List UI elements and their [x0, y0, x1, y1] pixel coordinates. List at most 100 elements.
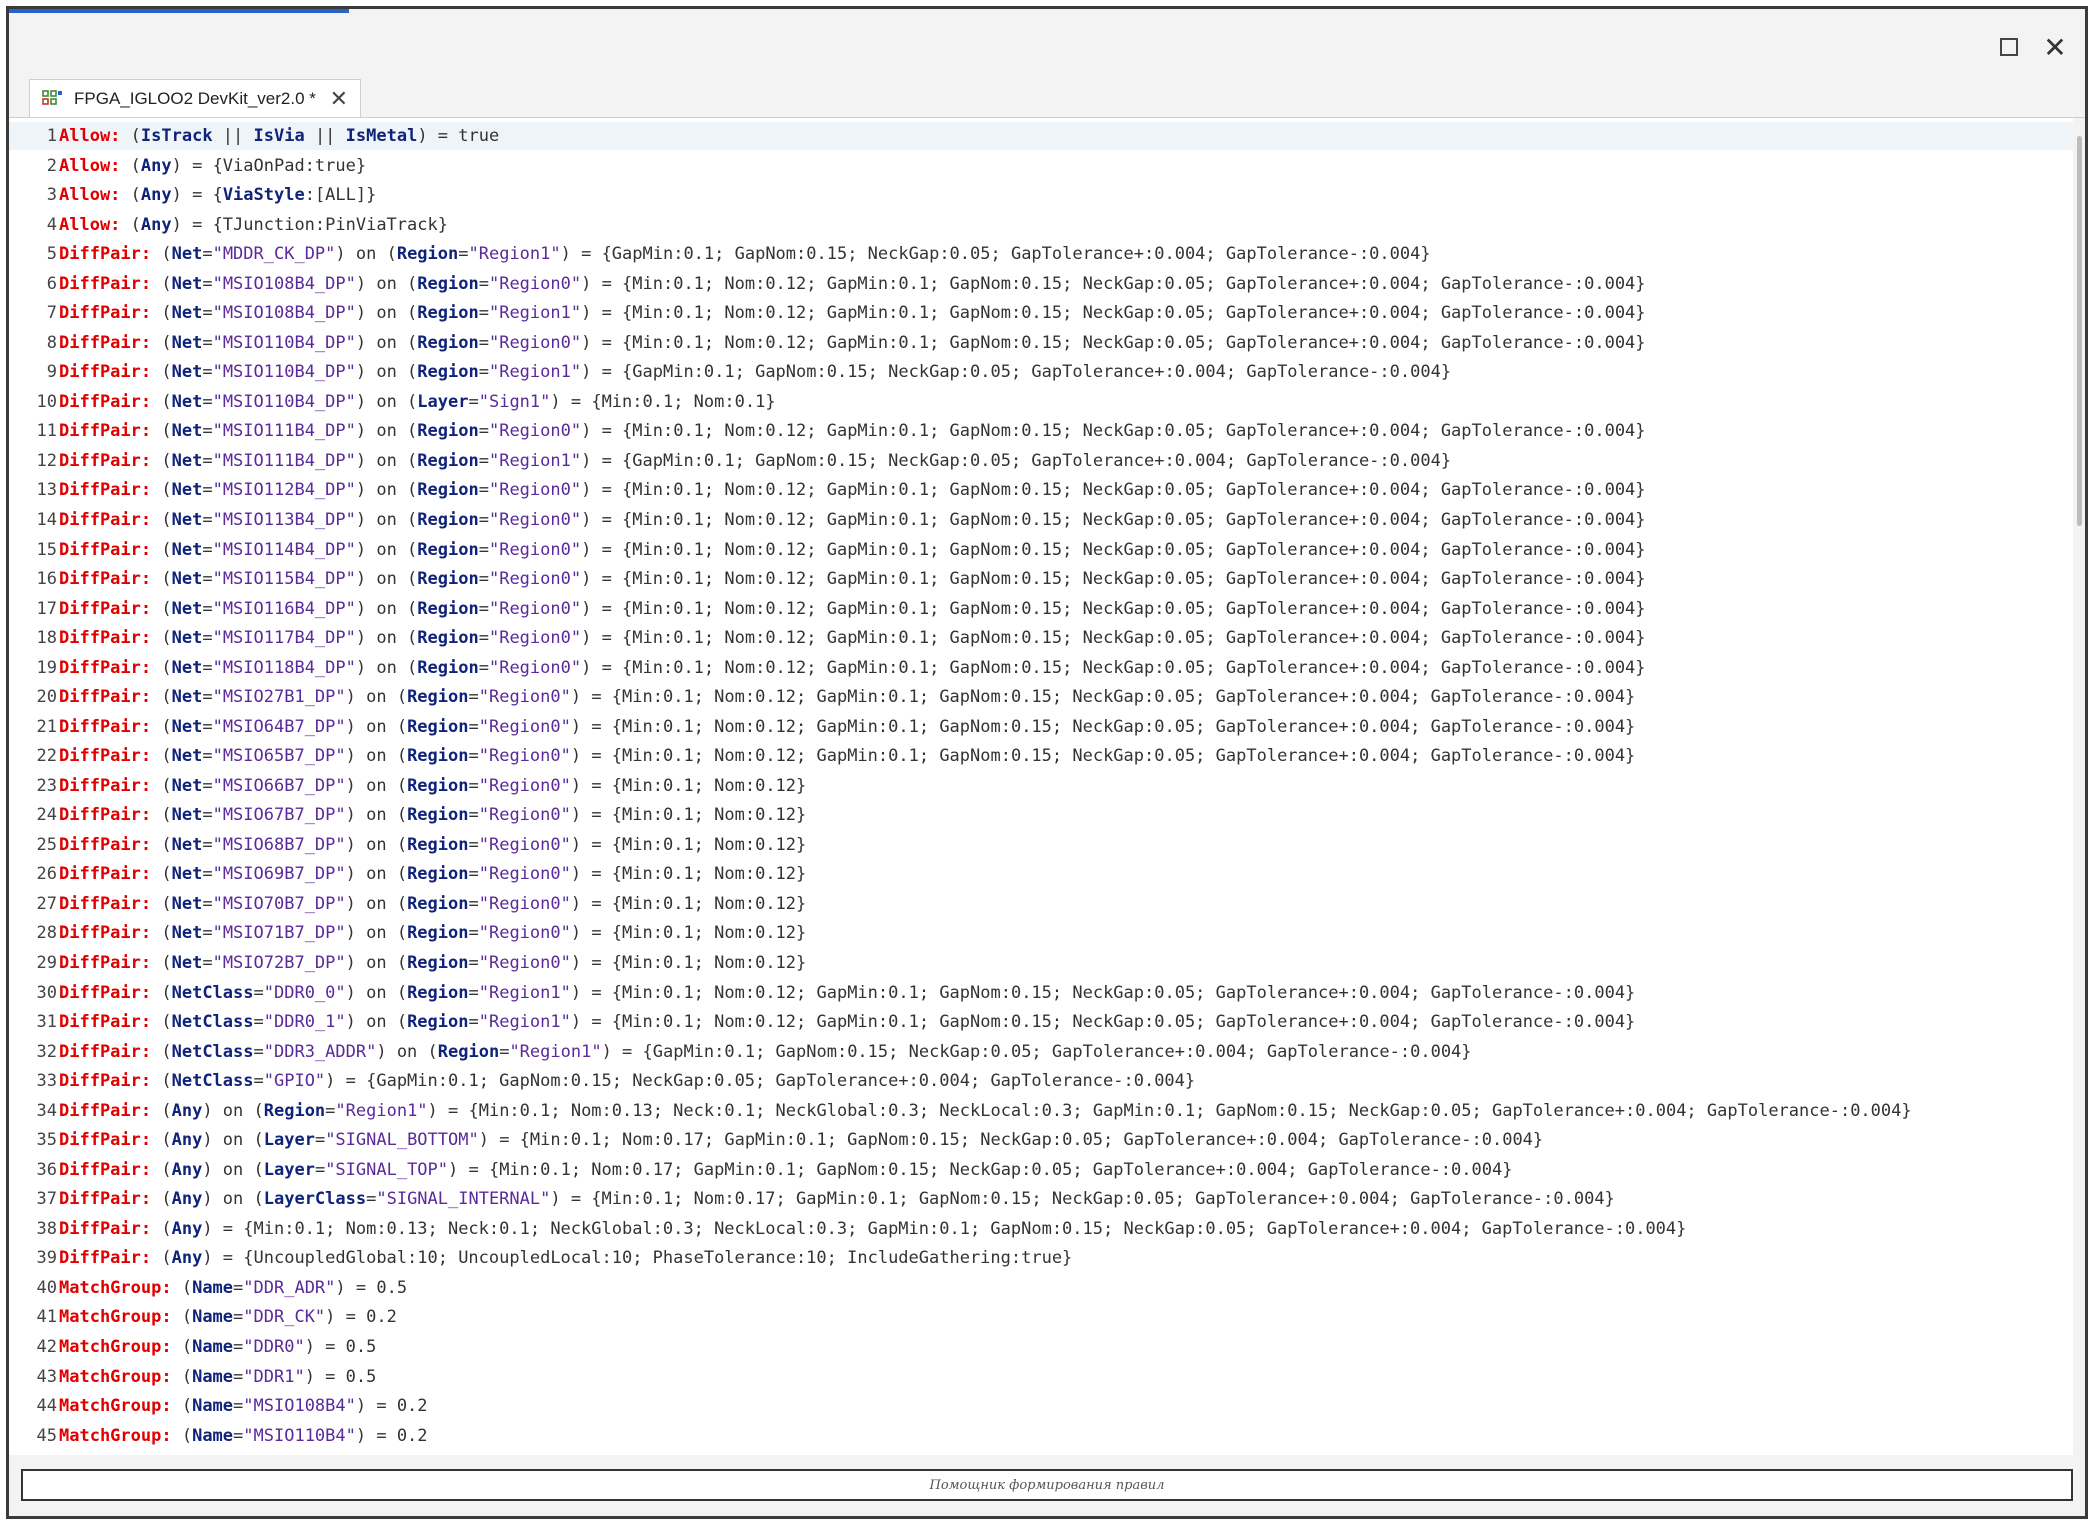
- code-line[interactable]: 44 MatchGroup: (Name="MSIO108B4") = 0.2: [9, 1392, 2073, 1420]
- line-text: DiffPair: (NetClass="GPIO") = {GapMin:0.…: [59, 1071, 1196, 1092]
- line-text: DiffPair: (Net="MSIO111B4_DP") on (Regio…: [59, 421, 1646, 442]
- line-number: 4: [46, 214, 57, 235]
- line-number: 7: [46, 303, 57, 324]
- tab-label: FPGA_IGLOO2 DevKit_ver2.0 *: [74, 88, 316, 108]
- code-line[interactable]: 21 DiffPair: (Net="MSIO64B7_DP") on (Regi…: [9, 713, 2073, 741]
- code-line[interactable]: 39 DiffPair: (Any) = {UncoupledGlobal:10;…: [9, 1244, 2073, 1272]
- code-line[interactable]: 25 DiffPair: (Net="MSIO68B7_DP") on (Regi…: [9, 831, 2073, 859]
- code-line[interactable]: 12 DiffPair: (Net="MSIO111B4_DP") on (Reg…: [9, 447, 2073, 475]
- line-text: DiffPair: (Net="MSIO113B4_DP") on (Regio…: [59, 509, 1646, 530]
- code-line[interactable]: 36 DiffPair: (Any) on (Layer="SIGNAL_TOP"…: [9, 1156, 2073, 1184]
- line-number: 12: [36, 450, 57, 471]
- code-line[interactable]: 29 DiffPair: (Net="MSIO72B7_DP") on (Regi…: [9, 949, 2073, 977]
- code-line[interactable]: 38 DiffPair: (Any) = {Min:0.1; Nom:0.13; …: [9, 1215, 2073, 1243]
- code-line[interactable]: 1 Allow: (IsTrack || IsVia || IsMetal) = …: [9, 122, 2073, 150]
- code-line[interactable]: 7 DiffPair: (Net="MSIO108B4_DP") on (Regi…: [9, 299, 2073, 327]
- code-line[interactable]: 34 DiffPair: (Any) on (Region="Region1") …: [9, 1097, 2073, 1125]
- line-text: DiffPair: (Any) on (Layer="SIGNAL_TOP") …: [59, 1159, 1513, 1180]
- rules-code-editor[interactable]: 1 Allow: (IsTrack || IsVia || IsMetal) = …: [9, 118, 2073, 1455]
- code-line[interactable]: 23 DiffPair: (Net="MSIO66B7_DP") on (Regi…: [9, 772, 2073, 800]
- line-text: MatchGroup: (Name="DDR_ADR") = 0.5: [59, 1277, 408, 1298]
- code-line[interactable]: 15 DiffPair: (Net="MSIO114B4_DP") on (Reg…: [9, 536, 2073, 564]
- code-line[interactable]: 20 DiffPair: (Net="MSIO27B1_DP") on (Regi…: [9, 683, 2073, 711]
- code-line[interactable]: 2 Allow: (Any) = {ViaOnPad:true}: [9, 152, 2073, 180]
- line-number: 21: [36, 716, 57, 737]
- line-text: MatchGroup: (Name="MSIO110B4") = 0.2: [59, 1425, 428, 1446]
- line-text: Allow: (IsTrack || IsVia || IsMetal) = t…: [59, 126, 500, 146]
- code-line[interactable]: 30 DiffPair: (NetClass="DDR0_0") on (Regi…: [9, 979, 2073, 1007]
- line-text: DiffPair: (Net="MSIO67B7_DP") on (Region…: [59, 805, 807, 826]
- code-line[interactable]: 19 DiffPair: (Net="MSIO118B4_DP") on (Reg…: [9, 654, 2073, 682]
- line-number: 43: [36, 1366, 57, 1387]
- line-number: 15: [36, 539, 57, 560]
- tab-fpga-igloo2[interactable]: FPGA_IGLOO2 DevKit_ver2.0 * ✕: [29, 79, 361, 117]
- code-line[interactable]: 40 MatchGroup: (Name="DDR_ADR") = 0.5: [9, 1274, 2073, 1302]
- code-line[interactable]: 45 MatchGroup: (Name="MSIO110B4") = 0.2: [9, 1422, 2073, 1450]
- line-number: 9: [46, 362, 57, 383]
- vertical-scrollbar[interactable]: [2073, 118, 2085, 1455]
- line-text: DiffPair: (Any) = {UncoupledGlobal:10; U…: [59, 1248, 1073, 1269]
- line-text: DiffPair: (Net="MSIO117B4_DP") on (Regio…: [59, 628, 1646, 649]
- code-line[interactable]: 33 DiffPair: (NetClass="GPIO") = {GapMin:…: [9, 1067, 2073, 1095]
- code-line[interactable]: 28 DiffPair: (Net="MSIO71B7_DP") on (Regi…: [9, 919, 2073, 947]
- line-text: Allow: (Any) = {ViaStyle:[ALL]}: [59, 185, 377, 206]
- line-number: 28: [36, 923, 57, 944]
- line-text: DiffPair: (NetClass="DDR0_1") on (Region…: [59, 1012, 1636, 1033]
- code-line[interactable]: 27 DiffPair: (Net="MSIO70B7_DP") on (Regi…: [9, 890, 2073, 918]
- line-number: 22: [36, 746, 57, 767]
- code-line[interactable]: 17 DiffPair: (Net="MSIO116B4_DP") on (Reg…: [9, 595, 2073, 623]
- code-line[interactable]: 11 DiffPair: (Net="MSIO111B4_DP") on (Reg…: [9, 417, 2073, 445]
- line-text: DiffPair: (Any) = {Min:0.1; Nom:0.13; Ne…: [59, 1218, 1687, 1239]
- code-line[interactable]: 43 MatchGroup: (Name="DDR1") = 0.5: [9, 1363, 2073, 1391]
- bottom-panel: Помощник формирования правил: [9, 1455, 2085, 1515]
- line-number: 41: [36, 1307, 57, 1328]
- line-text: DiffPair: (Net="MDDR_CK_DP") on (Region=…: [59, 244, 1431, 265]
- line-text: DiffPair: (Any) on (LayerClass="SIGNAL_I…: [59, 1189, 1615, 1210]
- code-line[interactable]: 9 DiffPair: (Net="MSIO110B4_DP") on (Regi…: [9, 358, 2073, 386]
- code-line[interactable]: 3 Allow: (Any) = {ViaStyle:[ALL]}: [9, 181, 2073, 209]
- line-number: 1: [46, 126, 57, 146]
- code-line[interactable]: 18 DiffPair: (Net="MSIO117B4_DP") on (Reg…: [9, 624, 2073, 652]
- code-line[interactable]: 8 DiffPair: (Net="MSIO110B4_DP") on (Regi…: [9, 329, 2073, 357]
- code-line[interactable]: 14 DiffPair: (Net="MSIO113B4_DP") on (Reg…: [9, 506, 2073, 534]
- code-line[interactable]: 5 DiffPair: (Net="MDDR_CK_DP") on (Region…: [9, 240, 2073, 268]
- schematic-document-icon: [42, 89, 62, 105]
- code-line[interactable]: 35 DiffPair: (Any) on (Layer="SIGNAL_BOTT…: [9, 1126, 2073, 1154]
- scrollbar-thumb[interactable]: [2077, 136, 2082, 526]
- line-number: 33: [36, 1071, 57, 1092]
- code-line[interactable]: 42 MatchGroup: (Name="DDR0") = 0.5: [9, 1333, 2073, 1361]
- line-number: 35: [36, 1130, 57, 1151]
- line-text: DiffPair: (Net="MSIO110B4_DP") on (Regio…: [59, 332, 1646, 353]
- code-line[interactable]: 13 DiffPair: (Net="MSIO112B4_DP") on (Reg…: [9, 476, 2073, 504]
- code-line[interactable]: 22 DiffPair: (Net="MSIO65B7_DP") on (Regi…: [9, 742, 2073, 770]
- line-number: 34: [36, 1100, 57, 1121]
- title-bar: ✕: [9, 13, 2085, 75]
- line-text: DiffPair: (NetClass="DDR3_ADDR") on (Reg…: [59, 1041, 1472, 1062]
- line-number: 45: [36, 1425, 57, 1446]
- code-line[interactable]: 41 MatchGroup: (Name="DDR_CK") = 0.2: [9, 1303, 2073, 1331]
- line-text: DiffPair: (Net="MSIO108B4_DP") on (Regio…: [59, 273, 1646, 294]
- code-line[interactable]: 6 DiffPair: (Net="MSIO108B4_DP") on (Regi…: [9, 270, 2073, 298]
- maximize-button[interactable]: [1993, 31, 2025, 63]
- line-number: 38: [36, 1218, 57, 1239]
- line-number: 19: [36, 657, 57, 678]
- tab-close-icon[interactable]: ✕: [330, 86, 348, 112]
- code-line[interactable]: 10 DiffPair: (Net="MSIO110B4_DP") on (Lay…: [9, 388, 2073, 416]
- maximize-icon: [2000, 38, 2018, 56]
- line-text: DiffPair: (Net="MSIO65B7_DP") on (Region…: [59, 746, 1636, 767]
- code-line[interactable]: 32 DiffPair: (NetClass="DDR3_ADDR") on (R…: [9, 1038, 2073, 1066]
- code-line[interactable]: 37 DiffPair: (Any) on (LayerClass="SIGNAL…: [9, 1185, 2073, 1213]
- rule-helper-button[interactable]: Помощник формирования правил: [21, 1469, 2073, 1501]
- line-number: 13: [36, 480, 57, 501]
- code-line[interactable]: 4 Allow: (Any) = {TJunction:PinViaTrack}: [9, 211, 2073, 239]
- code-line[interactable]: 16 DiffPair: (Net="MSIO115B4_DP") on (Reg…: [9, 565, 2073, 593]
- code-line[interactable]: 26 DiffPair: (Net="MSIO69B7_DP") on (Regi…: [9, 860, 2073, 888]
- code-line[interactable]: 24 DiffPair: (Net="MSIO67B7_DP") on (Regi…: [9, 801, 2073, 829]
- code-line[interactable]: 31 DiffPair: (NetClass="DDR0_1") on (Regi…: [9, 1008, 2073, 1036]
- line-number: 29: [36, 953, 57, 973]
- line-text: MatchGroup: (Name="MSIO108B4") = 0.2: [59, 1396, 428, 1417]
- close-window-button[interactable]: ✕: [2039, 31, 2071, 63]
- line-text: DiffPair: (Net="MSIO64B7_DP") on (Region…: [59, 716, 1636, 737]
- line-text: DiffPair: (Net="MSIO66B7_DP") on (Region…: [59, 775, 807, 796]
- line-text: MatchGroup: (Name="DDR_CK") = 0.2: [59, 1307, 397, 1328]
